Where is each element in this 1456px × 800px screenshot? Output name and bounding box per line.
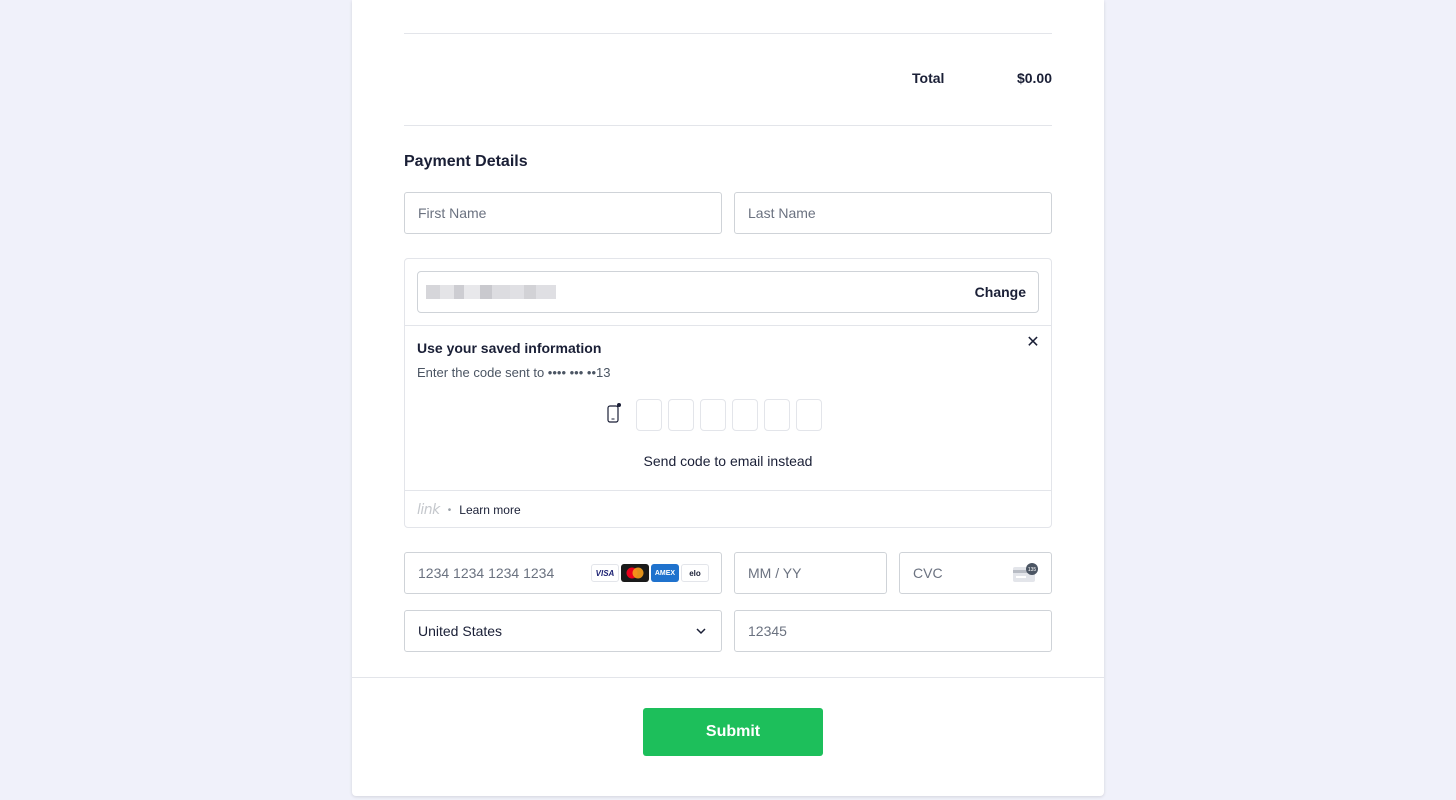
saved-info-subtitle: Enter the code sent to •••• ••• ••13: [417, 365, 611, 380]
last-name-field[interactable]: [734, 192, 1052, 234]
divider: [404, 125, 1052, 126]
country-value: United States: [418, 623, 503, 639]
mastercard-icon: [621, 564, 649, 582]
first-name-field[interactable]: [404, 192, 722, 234]
link-authentication-panel: Change Use your saved information ✕ Ente…: [404, 258, 1052, 528]
chevron-down-icon: [696, 628, 706, 635]
card-number-input[interactable]: [418, 565, 588, 581]
code-digit-input[interactable]: [764, 399, 790, 431]
total-value: $0.00: [1016, 70, 1052, 86]
separator-dot: •: [447, 504, 452, 516]
divider: [404, 33, 1052, 34]
code-digit-input[interactable]: [668, 399, 694, 431]
send-code-email-link[interactable]: Send code to email instead: [405, 453, 1051, 469]
learn-more-link[interactable]: Learn more: [459, 503, 520, 517]
amex-icon: AMEX: [651, 564, 679, 582]
code-digit-input[interactable]: [796, 399, 822, 431]
expiry-input[interactable]: [748, 565, 873, 581]
link-footer: link • Learn more: [417, 502, 521, 518]
total-label: Total: [912, 70, 945, 86]
code-digit-input[interactable]: [732, 399, 758, 431]
link-logo: link: [417, 502, 440, 518]
zip-input[interactable]: [748, 623, 1038, 639]
close-icon[interactable]: ✕: [1025, 335, 1041, 351]
saved-info-title: Use your saved information: [417, 340, 602, 356]
link-email-field[interactable]: Change: [417, 271, 1039, 313]
country-select[interactable]: United States: [404, 610, 722, 652]
expiry-field[interactable]: [734, 552, 887, 594]
cvc-card-icon: 135: [1013, 563, 1038, 582]
divider: [405, 490, 1051, 491]
card-brands: VISA AMEX elo: [591, 564, 709, 582]
visa-icon: VISA: [591, 564, 619, 582]
redacted-email: [426, 285, 556, 299]
phone-icon: [607, 403, 621, 423]
divider: [352, 677, 1104, 678]
last-name-input[interactable]: [748, 205, 1038, 221]
elo-icon: elo: [681, 564, 709, 582]
code-digit-input[interactable]: [636, 399, 662, 431]
card-number-field[interactable]: VISA AMEX elo: [404, 552, 722, 594]
submit-button[interactable]: Submit: [643, 708, 823, 756]
zip-field[interactable]: [734, 610, 1052, 652]
payment-details-title: Payment Details: [404, 153, 528, 170]
cvc-input[interactable]: [913, 565, 1003, 581]
change-email-button[interactable]: Change: [975, 284, 1026, 300]
cvc-field[interactable]: 135: [899, 552, 1052, 594]
checkout-card: Total $0.00 Payment Details Change Use: [352, 0, 1104, 796]
svg-text:135: 135: [1028, 567, 1037, 573]
first-name-input[interactable]: [418, 205, 708, 221]
divider: [405, 325, 1051, 326]
code-digit-input[interactable]: [700, 399, 726, 431]
